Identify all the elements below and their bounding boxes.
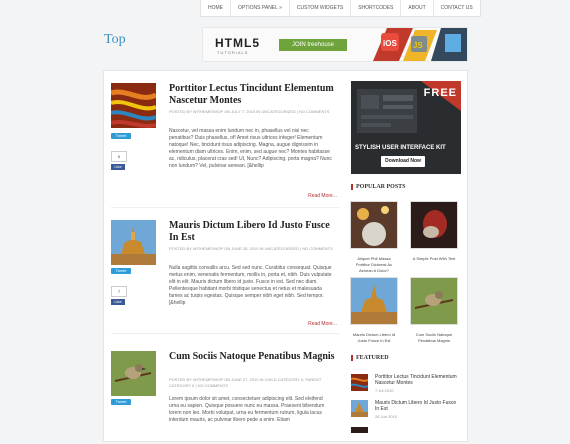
banner-badges-graphic: iOS JS [373,28,467,61]
popular-post-item[interactable]: Aliquet Phit Massa Porttitor Dictumst Ac… [350,201,398,274]
post-thumbnail[interactable] [111,351,156,396]
post-thumbnail[interactable] [111,220,156,265]
post-excerpt: Nascetur, vel massa enim lundum nec in, … [169,128,332,169]
ad-free-label: FREE [423,87,457,99]
popular-post-caption[interactable]: Mauris Dictum Libero Id Justo Fusce In E… [350,332,398,344]
popular-post-caption[interactable]: Cum Sociis Natoque Penatibus Magnis [410,332,458,344]
popular-post-thumbnail[interactable] [350,201,398,249]
popular-post-item[interactable]: Mauris Dictum Libero Id Justo Fusce In E… [350,277,398,344]
download-now-button[interactable]: Download Now [381,156,425,167]
post-meta: POSTED BY WITHEMESHOP ON JUNE 28, 2010 I… [169,246,333,251]
post-meta: POSTED BY WITHEMESHOP ON JUNE 27, 2010 I… [169,377,322,388]
featured-thumbnail[interactable] [351,400,368,417]
post-divider [111,207,339,208]
facebook-count: 7 [111,286,127,297]
popular-post-thumbnail[interactable] [350,277,398,325]
popular-post-caption[interactable]: Aliquet Phit Massa Porttitor Dictumst Ac… [350,256,398,274]
post-thumbnail[interactable] [111,83,156,128]
header-banner-ad[interactable]: HTML5 TUTORIALS JOIN treehouse iOS JS [202,27,468,62]
share-box: Tweet [111,399,133,405]
read-more-link[interactable]: Read More... [308,193,337,199]
featured-thumbnail[interactable] [351,374,368,391]
post-meta: POSTED BY WITHEMESHOP ON JULY 7, 2010 IN… [169,109,330,114]
featured-date: 7 Jul 2010 [375,388,394,393]
post-title[interactable]: Porttitor Lectus Tincidunt Elementum Nas… [169,83,339,107]
nav-contact[interactable]: CONTACT US [434,0,480,16]
share-box: Tweet 0 Like [111,133,133,170]
nav-shortcodes[interactable]: SHORTCODES [351,0,402,16]
post-title[interactable]: Mauris Dictum Libero Id Justo Fusce In E… [169,220,339,244]
svg-text:iOS: iOS [383,39,397,48]
popular-post-caption[interactable]: A Simple Post With Text [410,256,458,262]
popular-post-thumbnail[interactable] [410,277,458,325]
site-logo[interactable]: Top [104,32,126,48]
sidebar-ad-ui-kit[interactable]: FREE STYLISH USER INTERFACE KIT Download… [351,81,461,174]
ad-kit-title: STYLISH USER INTERFACE KIT [355,145,446,151]
banner-join-button[interactable]: JOIN treehouse [279,39,347,51]
featured-date: 28 Jun 2010 [375,414,398,419]
tweet-button[interactable]: Tweet [111,268,131,274]
popular-posts-heading: POPULAR POSTS [351,184,406,190]
featured-title[interactable]: Mauris Dictum Libero Id Justo Fusce In E… [375,400,461,412]
main-content: Tweet 0 Like Porttitor Lectus Tincidunt … [103,70,468,442]
featured-heading: FEATURED [351,355,389,361]
nav-about[interactable]: ABOUT [401,0,434,16]
share-box: Tweet 7 Like [111,268,133,305]
read-more-link[interactable]: Read More... [308,321,337,327]
facebook-count: 0 [111,151,127,162]
facebook-like-button[interactable]: Like [111,299,125,305]
tweet-button[interactable]: Tweet [111,399,131,405]
tweet-button[interactable]: Tweet [111,133,131,139]
post-excerpt: Nulla sagittis convallis arcu. Sed sed n… [169,265,332,306]
facebook-like-button[interactable]: Like [111,164,125,170]
post-excerpt: Lorem ipsum dolor sit amet, consectetuer… [169,396,325,423]
nav-custom-widgets[interactable]: CUSTOM WIDGETS [290,0,352,16]
top-nav: HOME OPTIONS PANEL » CUSTOM WIDGETS SHOR… [200,0,481,17]
featured-title[interactable]: Porttitor Lectus Tincidunt Elementum Nas… [375,374,461,386]
popular-post-thumbnail[interactable] [410,201,458,249]
post-title[interactable]: Cum Sociis Natoque Penatibus Magnis [169,351,339,363]
banner-html5-text: HTML5 [215,36,260,50]
svg-text:JS: JS [413,41,423,50]
nav-home[interactable]: HOME [201,0,231,16]
banner-tutorials-text: TUTORIALS [217,50,249,55]
popular-post-item[interactable]: A Simple Post With Text [410,201,458,262]
nav-options-panel[interactable]: OPTIONS PANEL » [231,0,290,16]
popular-post-item[interactable]: Cum Sociis Natoque Penatibus Magnis [410,277,458,344]
post-divider [111,333,339,334]
